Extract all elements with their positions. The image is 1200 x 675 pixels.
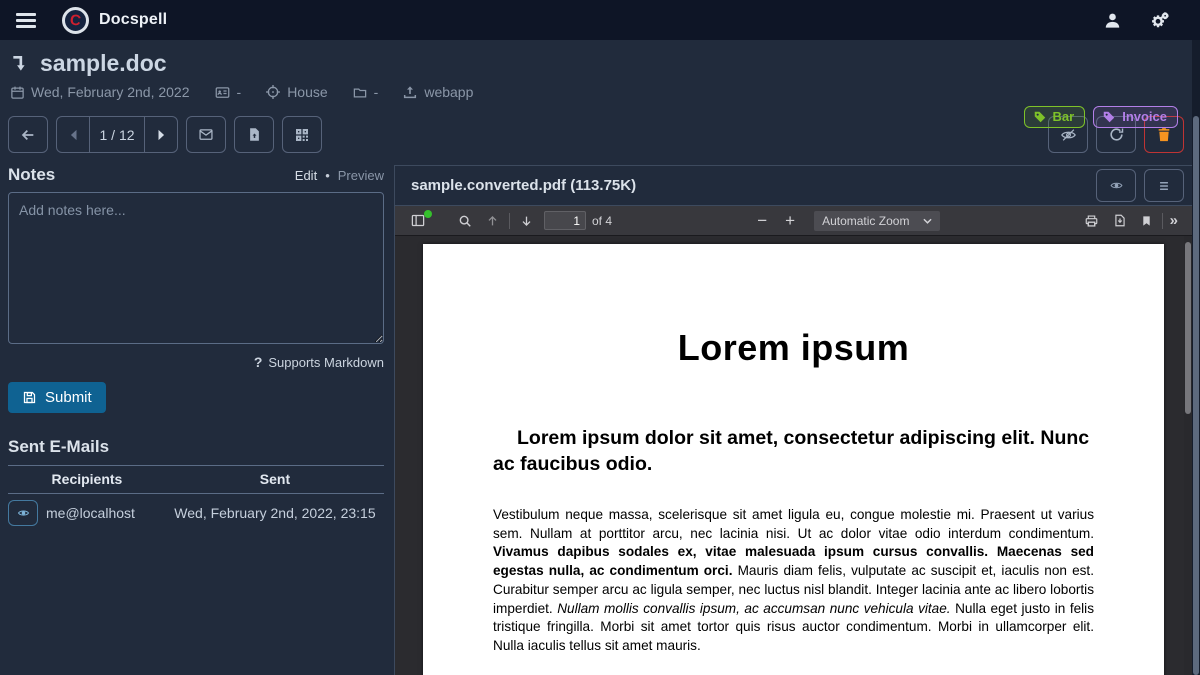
- prev-page-button[interactable]: [57, 117, 89, 152]
- tag-invoice[interactable]: Invoice: [1093, 106, 1178, 128]
- docspell-logo-icon[interactable]: C: [62, 7, 89, 34]
- chevron-down-icon: [923, 218, 932, 224]
- item-correspondent[interactable]: -: [214, 84, 242, 100]
- notes-edit-tab[interactable]: Edit: [295, 168, 317, 183]
- chevron-left-icon: [69, 129, 78, 141]
- next-page-button[interactable]: [145, 117, 177, 152]
- print-button[interactable]: [1077, 214, 1106, 228]
- pdf-scrollbar-thumb[interactable]: [1185, 242, 1191, 414]
- crosshairs-icon: [265, 84, 281, 100]
- item-title: sample.doc: [40, 50, 167, 77]
- envelope-icon: [197, 127, 215, 142]
- send-mail-button[interactable]: [186, 116, 226, 153]
- mail-sent-date: Wed, February 2nd, 2022, 23:15: [166, 494, 384, 533]
- address-card-icon: [214, 85, 231, 100]
- attachment-panel: sample.converted.pdf (113.75K): [394, 165, 1192, 675]
- qrcode-icon: [294, 127, 310, 143]
- eye-slash-icon: [1059, 127, 1078, 143]
- notes-input[interactable]: [8, 192, 384, 344]
- window-scrollbar-thumb[interactable]: [1193, 116, 1199, 675]
- pdf-page-count: of 4: [592, 214, 612, 228]
- upload-icon: [402, 84, 418, 100]
- item-concerning[interactable]: House: [265, 84, 327, 100]
- submit-button[interactable]: Submit: [8, 382, 106, 413]
- arrow-turn-down-icon: [10, 53, 30, 75]
- bookmark-button[interactable]: [1134, 214, 1159, 228]
- pdfjs-toolbar: of 4 − + Automatic Zoom: [395, 206, 1192, 236]
- zoom-select[interactable]: Automatic Zoom: [814, 211, 940, 231]
- tag-list: Bar Invoice: [1024, 106, 1178, 128]
- navbar: C Docspell: [0, 0, 1200, 40]
- download-button[interactable]: [1106, 213, 1134, 228]
- mail-recipients: me@localhost: [46, 505, 135, 521]
- back-button[interactable]: [8, 116, 48, 153]
- zoom-out-button[interactable]: −: [748, 211, 776, 231]
- col-recipients: Recipients: [8, 466, 166, 494]
- search-icon[interactable]: [451, 214, 479, 228]
- item-header: sample.doc Wed, February 2nd, 2022 - Hou…: [0, 40, 1192, 100]
- col-sent: Sent: [166, 466, 384, 494]
- user-icon[interactable]: [1103, 11, 1122, 30]
- eye-icon: [16, 507, 31, 519]
- tab-separator: •: [325, 168, 330, 183]
- refresh-icon: [1108, 126, 1125, 143]
- tag-icon: [1102, 110, 1116, 124]
- pdf-page-input[interactable]: [544, 211, 586, 230]
- attachment-filename: sample.converted.pdf (113.75K): [411, 177, 636, 194]
- eye-icon: [1108, 179, 1125, 192]
- floppy-icon: [22, 390, 37, 405]
- item-folder[interactable]: -: [352, 84, 379, 100]
- sidebar-toggle-button[interactable]: [403, 213, 433, 228]
- page-indicator: 1 / 12: [89, 117, 145, 152]
- qrcode-button[interactable]: [282, 116, 322, 153]
- markdown-hint[interactable]: ? Supports Markdown: [8, 354, 384, 370]
- pdf-document-title: Lorem ipsum: [423, 327, 1164, 369]
- pdf-page: Lorem ipsum Lorem ipsum dolor sit amet, …: [423, 244, 1164, 675]
- bars-icon: [1157, 180, 1171, 192]
- attachment-indicator-dot: [424, 210, 432, 218]
- tag-icon: [1033, 110, 1047, 124]
- item-toolbar: 1 / 12: [0, 116, 1192, 153]
- attachment-pager: 1 / 12: [56, 116, 178, 153]
- pdf-document-subtitle: Lorem ipsum dolor sit amet, consectetur …: [493, 425, 1094, 477]
- zoom-in-button[interactable]: +: [776, 211, 804, 231]
- window-scrollbar[interactable]: [1192, 40, 1200, 675]
- next-pdf-page-button[interactable]: [513, 214, 540, 228]
- item-source[interactable]: webapp: [402, 84, 473, 100]
- table-row: me@localhost Wed, February 2nd, 2022, 23…: [8, 494, 384, 533]
- notes-panel: Notes Edit • Preview ? Supports Markdown…: [0, 165, 394, 675]
- attachment-view-button[interactable]: [1096, 169, 1136, 202]
- trash-icon: [1156, 126, 1172, 143]
- menu-icon[interactable]: [16, 13, 36, 28]
- sent-emails-heading: Sent E-Mails: [8, 437, 384, 457]
- view-mail-button[interactable]: [8, 500, 38, 526]
- previous-pdf-page-button[interactable]: [479, 214, 506, 228]
- folder-icon: [352, 85, 368, 100]
- chevron-right-icon: [157, 129, 166, 141]
- notes-heading: Notes: [8, 165, 55, 185]
- arrow-left-icon: [19, 127, 37, 143]
- settings-cogs-icon[interactable]: [1150, 11, 1170, 30]
- sent-emails-table: Recipients Sent me@localhost: [8, 465, 384, 532]
- calendar-icon: [10, 85, 25, 100]
- pdf-scrollbar[interactable]: [1184, 236, 1192, 675]
- question-icon: ?: [254, 354, 263, 370]
- item-date[interactable]: Wed, February 2nd, 2022: [10, 84, 190, 100]
- tag-bar[interactable]: Bar: [1024, 106, 1086, 128]
- add-file-button[interactable]: [234, 116, 274, 153]
- attachment-menu-button[interactable]: [1144, 169, 1184, 202]
- app-title[interactable]: Docspell: [99, 11, 167, 29]
- pdf-viewer[interactable]: Lorem ipsum Lorem ipsum dolor sit amet, …: [395, 236, 1192, 675]
- file-arrow-up-icon: [247, 126, 262, 143]
- notes-preview-tab[interactable]: Preview: [338, 168, 384, 183]
- pdf-document-paragraph: Vestibulum neque massa, scelerisque sit …: [493, 506, 1094, 656]
- more-tools-button[interactable]: »: [1166, 212, 1184, 229]
